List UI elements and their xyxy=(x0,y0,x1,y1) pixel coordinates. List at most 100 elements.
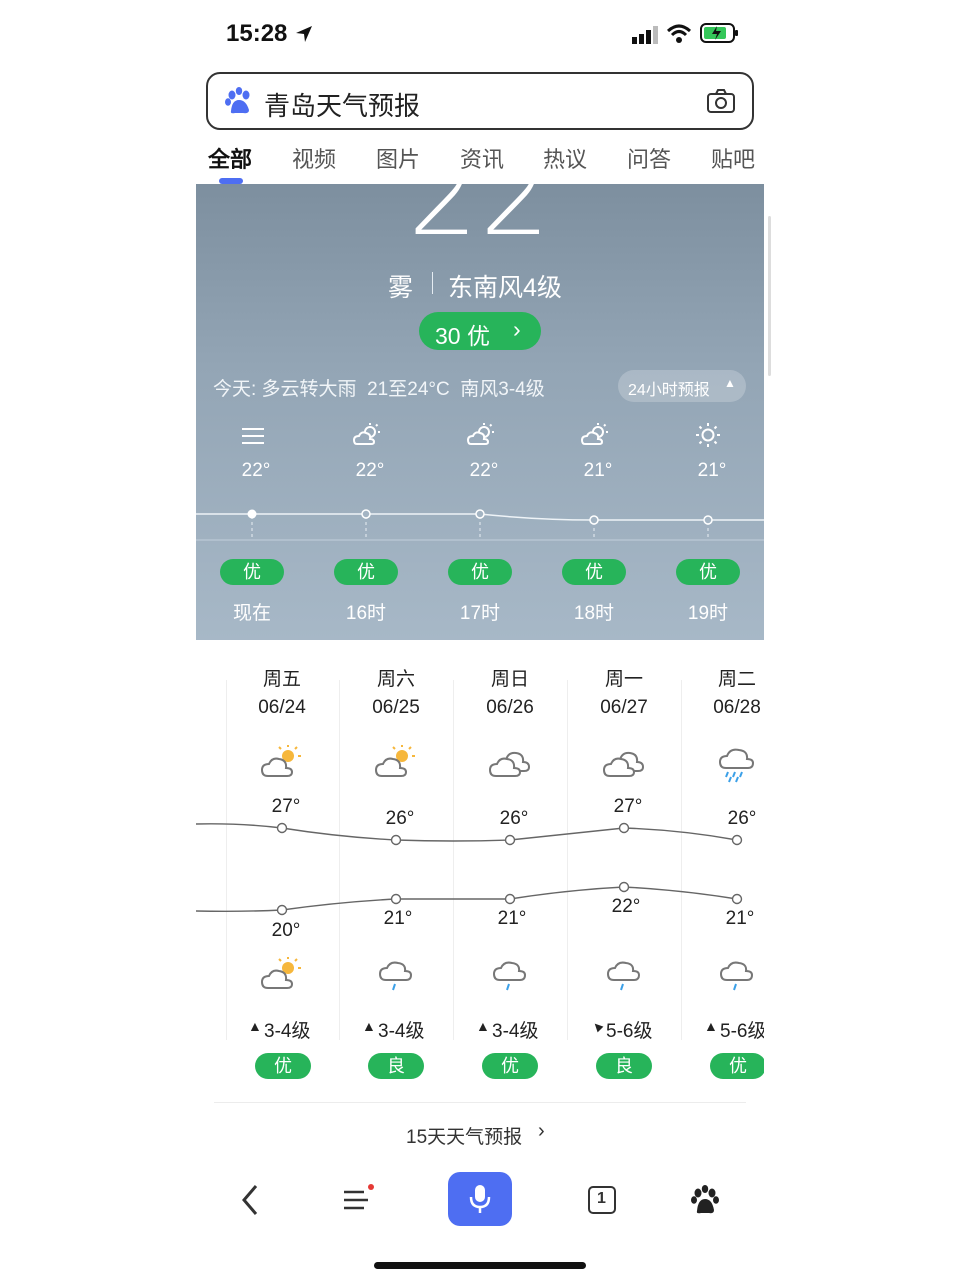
aqi-value: 30 优 xyxy=(435,323,490,349)
status-bar: 15:28 xyxy=(0,0,960,70)
hourly-time: 16时 xyxy=(345,603,387,624)
hourly-aqi-badge: 优 xyxy=(676,559,740,585)
baidu-paw-icon xyxy=(225,87,250,114)
current-condition: 雾 xyxy=(388,274,414,302)
wind-level: 5-6级 xyxy=(606,1021,653,1042)
hourly-aqi-badge: 优 xyxy=(448,559,512,585)
chevron-right-icon: › xyxy=(538,1120,545,1142)
rain-icon xyxy=(718,748,755,783)
tab-qa[interactable]: 问答 xyxy=(627,142,671,174)
hourly-temp: 21° xyxy=(583,460,613,481)
current-temperature: 22 xyxy=(408,184,552,260)
low-temp: 21° xyxy=(497,908,527,929)
divider xyxy=(214,1102,746,1103)
wifi-icon xyxy=(666,24,692,43)
low-temp: 21° xyxy=(383,908,413,929)
light-rain-icon xyxy=(492,961,527,991)
daily-aqi-badge: 优 xyxy=(482,1053,538,1079)
daily-aqi-badge: 优 xyxy=(255,1053,311,1079)
daily-aqi-badge: 良 xyxy=(368,1053,424,1079)
home-indicator xyxy=(374,1262,586,1269)
tab-all[interactable]: 全部 xyxy=(208,142,252,174)
battery-icon xyxy=(700,23,738,43)
hourly-temp: 22° xyxy=(469,460,499,481)
partly-cloudy-icon xyxy=(466,423,494,445)
search-input[interactable]: 青岛天气预报 xyxy=(264,86,420,123)
sun-icon xyxy=(696,423,720,447)
divider xyxy=(432,272,433,294)
wind-level: 3-4级 xyxy=(378,1021,425,1042)
partly-cloudy-icon xyxy=(260,745,301,777)
partly-cloudy-icon xyxy=(260,957,301,989)
cloudy-icon xyxy=(488,751,531,777)
low-temp: 21° xyxy=(725,908,755,929)
menu-icon[interactable] xyxy=(342,1184,374,1216)
date-label: 06/27 xyxy=(600,697,648,718)
tab-tieba[interactable]: 贴吧 xyxy=(711,142,755,174)
tab-news[interactable]: 资讯 xyxy=(460,142,504,174)
wind-arrow-icon: ▲ xyxy=(362,1018,376,1034)
tab-video[interactable]: 视频 xyxy=(292,142,336,174)
fog-icon xyxy=(242,428,264,444)
hourly-toggle-label: 24小时预报 xyxy=(628,382,710,399)
current-weather-panel: 22 雾 东南风4级 30 优 › 今天: 多云转大雨 21至24°C 南风3-… xyxy=(196,184,764,640)
search-box[interactable]: 青岛天气预报 xyxy=(206,72,754,130)
cloudy-icon xyxy=(602,751,645,777)
location-arrow-icon xyxy=(296,26,312,42)
daily-aqi-badge: 优 xyxy=(710,1053,764,1079)
wind-arrow-icon: ▲ xyxy=(248,1018,262,1034)
daily-aqi-badge: 良 xyxy=(596,1053,652,1079)
low-temp: 20° xyxy=(271,920,301,941)
current-wind: 东南风4级 xyxy=(448,274,562,302)
low-temp: 22° xyxy=(611,896,641,917)
fifteen-day-forecast-link[interactable]: 15天天气预报 › xyxy=(396,1120,566,1148)
day-label: 周一 xyxy=(604,669,643,690)
wind-level: 3-4级 xyxy=(264,1021,311,1042)
tabs-count-button[interactable]: 1 xyxy=(588,1186,616,1214)
daily-temp-curves xyxy=(196,822,743,916)
voice-search-button[interactable] xyxy=(448,1172,512,1226)
hourly-toggle-button[interactable]: 24小时预报 ▲ xyxy=(618,370,746,402)
hourly-time: 19时 xyxy=(687,603,729,624)
hourly-temp: 22° xyxy=(355,460,385,481)
today-summary: 今天: 多云转大雨 21至24°C 南风3-4级 xyxy=(213,379,545,400)
wind-level: 5-6级 xyxy=(720,1021,764,1042)
hourly-aqi-badge: 优 xyxy=(220,559,284,585)
day-label: 周六 xyxy=(376,669,415,690)
status-time: 15:28 xyxy=(226,20,288,47)
hourly-temp-line xyxy=(196,509,764,541)
light-rain-icon xyxy=(606,961,641,991)
caret-up-icon: ▲ xyxy=(724,376,736,390)
microphone-icon xyxy=(469,1185,491,1213)
baidu-paw-icon[interactable] xyxy=(690,1184,720,1216)
date-label: 06/24 xyxy=(258,697,306,718)
bottom-toolbar: 1 xyxy=(184,1166,776,1236)
day-label: 周二 xyxy=(717,669,756,690)
wind-arrow-icon: ▲ xyxy=(704,1018,718,1034)
day-label: 周日 xyxy=(490,669,529,690)
hourly-aqi-badge: 优 xyxy=(562,559,626,585)
partly-cloudy-icon xyxy=(352,423,380,445)
chevron-right-icon: › xyxy=(513,316,521,342)
back-icon[interactable] xyxy=(240,1184,260,1216)
partly-cloudy-icon xyxy=(580,423,608,445)
wind-level: 3-4级 xyxy=(492,1021,539,1042)
date-label: 06/25 xyxy=(372,697,420,718)
wind-arrow-icon: ▲ xyxy=(586,1015,608,1037)
scrollbar[interactable] xyxy=(768,216,771,376)
camera-icon[interactable] xyxy=(706,88,736,114)
hourly-time: 18时 xyxy=(573,603,615,624)
signal-icon xyxy=(632,26,658,44)
fifteen-day-forecast-label: 15天天气预报 xyxy=(406,1127,523,1148)
hourly-aqi-badge: 优 xyxy=(334,559,398,585)
hourly-temp: 22° xyxy=(241,460,271,481)
wind-arrow-icon: ▲ xyxy=(476,1018,490,1034)
date-label: 06/28 xyxy=(713,697,761,718)
tab-discussion[interactable]: 热议 xyxy=(543,142,587,174)
aqi-badge[interactable]: 30 优 › xyxy=(419,312,541,350)
daily-forecast-panel[interactable]: 周五 周六 周日 周一 周二 06/24 06/25 06/26 06/27 0… xyxy=(196,640,764,1160)
hourly-time: 现在 xyxy=(232,603,271,624)
tab-images[interactable]: 图片 xyxy=(376,142,420,174)
light-rain-icon xyxy=(378,961,413,991)
date-label: 06/26 xyxy=(486,697,534,718)
